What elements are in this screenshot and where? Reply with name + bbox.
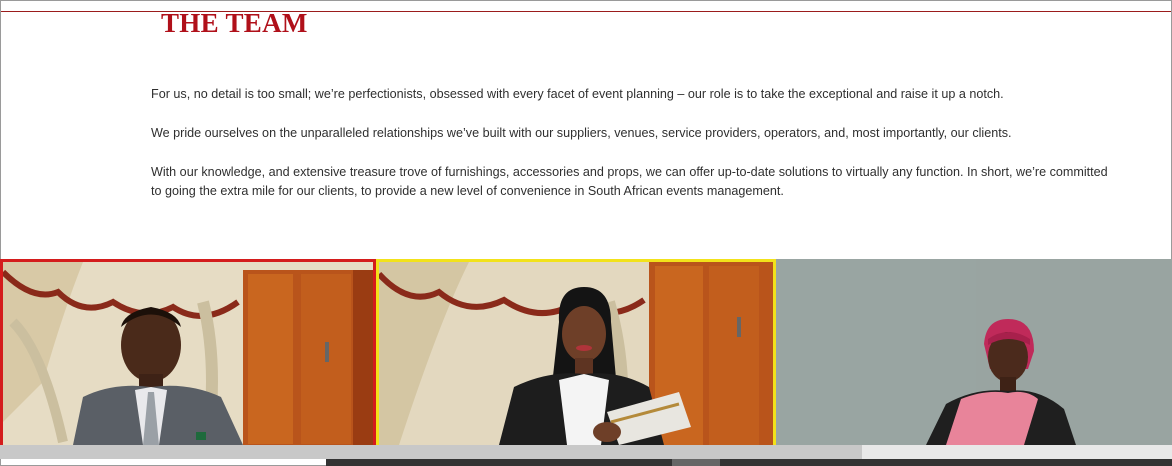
team-member-photo-2[interactable] bbox=[376, 259, 776, 445]
scroll-track bbox=[0, 445, 862, 459]
woman-in-pink-headwrap-photo bbox=[776, 259, 1172, 445]
intro-paragraph-3: With our knowledge, and extensive treasu… bbox=[151, 165, 1108, 198]
man-in-suit-photo bbox=[3, 262, 373, 445]
team-gallery bbox=[0, 259, 1172, 445]
intro-paragraph-2: We pride ourselves on the unparalleled r… bbox=[151, 126, 1012, 140]
scroll-track-end bbox=[862, 445, 1172, 459]
scroll-track-lower bbox=[326, 459, 1172, 466]
woman-with-folder-photo bbox=[379, 262, 773, 445]
horizontal-scrollbar[interactable] bbox=[0, 445, 1172, 466]
team-member-photo-1[interactable] bbox=[0, 259, 376, 445]
section-title: THE TEAM bbox=[161, 8, 308, 38]
scroll-thumb[interactable] bbox=[672, 459, 720, 466]
intro-paragraph-1: For us, no detail is too small; we’re pe… bbox=[151, 87, 1004, 101]
team-member-photo-3[interactable] bbox=[776, 259, 1172, 445]
intro-copy: For us, no detail is too small; we’re pe… bbox=[151, 85, 1111, 221]
